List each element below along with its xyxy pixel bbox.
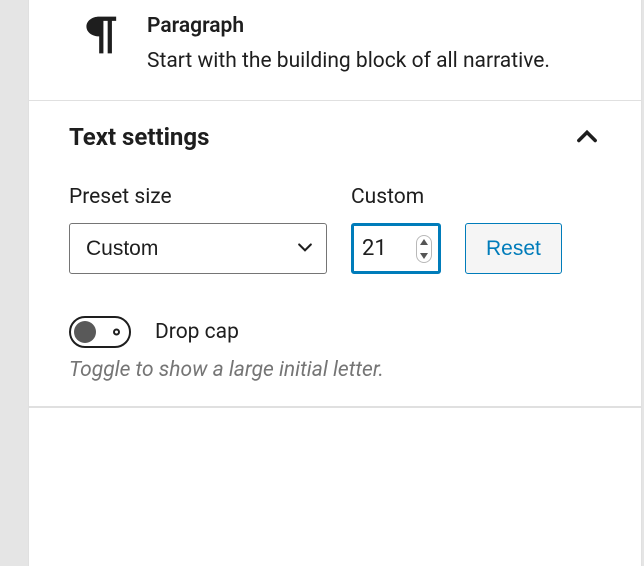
preset-size-field: Preset size Custom [69,185,327,274]
inspector-sidebar: Paragraph Start with the building block … [28,0,642,566]
reset-button[interactable]: Reset [465,223,562,274]
drop-cap-toggle[interactable] [69,316,131,348]
drop-cap-hint: Toggle to show a large initial letter. [69,358,601,382]
custom-size-field: Custom [351,185,441,274]
panel-header[interactable]: Text settings [69,123,601,151]
text-settings-panel: Text settings Preset size Custom Custom [29,101,641,407]
panel-divider [29,407,641,413]
number-stepper[interactable] [416,235,432,263]
panel-title: Text settings [69,123,209,151]
block-card: Paragraph Start with the building block … [29,0,641,101]
preset-size-label: Preset size [69,185,327,209]
chevron-up-icon [573,123,601,151]
custom-size-label: Custom [351,185,441,209]
custom-size-input[interactable] [354,226,406,271]
block-title: Paragraph [147,14,601,38]
drop-cap-label: Drop cap [155,320,239,344]
paragraph-icon [85,14,121,76]
block-description: Start with the building block of all nar… [147,46,601,76]
preset-size-select[interactable]: Custom [69,223,327,274]
